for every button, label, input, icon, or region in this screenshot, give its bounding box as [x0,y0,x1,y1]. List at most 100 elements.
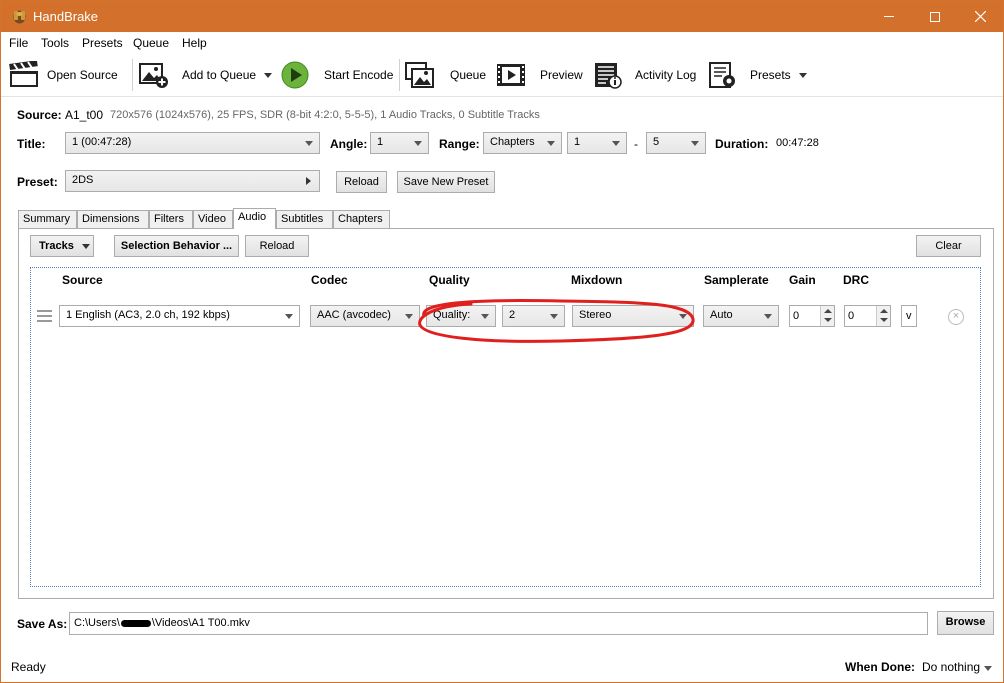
drag-handle-icon[interactable] [37,310,52,322]
menu-file[interactable]: File [9,36,28,50]
start-encode-label: Start Encode [324,68,394,82]
source-label: Source: [17,108,62,122]
chevron-down-icon[interactable] [798,72,807,78]
remove-track-icon[interactable]: × [948,309,964,325]
minimize-icon [884,16,894,17]
track-gain-stepper[interactable]: 0 [789,305,835,327]
angle-label: Angle: [330,137,368,151]
menu-tools[interactable]: Tools [41,36,69,50]
track-drc-stepper[interactable]: 0 [844,305,891,327]
menu-queue[interactable]: Queue [133,36,169,50]
save-as-label: Save As: [17,617,68,631]
tab-summary[interactable]: Summary [18,210,77,228]
handbrake-logo-icon [13,10,26,24]
redacted-username [120,619,151,627]
chevron-down-icon [81,244,90,249]
add-to-queue-label: Add to Queue [182,68,257,82]
minimize-button[interactable] [866,1,912,32]
tab-subtitles[interactable]: Subtitles [276,210,333,228]
toolbar: Open Source Add to Queue Start Encode Qu… [1,55,1003,97]
angle-select[interactable]: 1 [370,132,429,154]
menu-bar: File Tools Presets Queue Help [1,32,1003,54]
activity-log-button[interactable]: Activity Log [593,55,696,95]
track-more-toggle[interactable]: v [901,305,917,327]
queue-label: Queue [450,68,487,82]
presets-settings-icon [709,62,735,88]
track-codec-select[interactable]: AAC (avcodec) [310,305,420,327]
toolbar-divider [399,59,400,91]
source-info: 720x576 (1024x576), 25 FPS, SDR (8-bit 4… [110,109,540,121]
tab-video[interactable]: Video [193,210,233,228]
save-new-preset-button[interactable]: Save New Preset [397,171,495,193]
preset-reload-button[interactable]: Reload [336,171,387,193]
range-label: Range: [439,137,480,151]
film-preview-icon [497,64,525,86]
menu-help[interactable]: Help [182,36,207,50]
maximize-icon [930,11,940,22]
track-quality-mode-select[interactable]: Quality: [426,305,496,327]
tab-filters[interactable]: Filters [149,210,193,228]
track-quality-value-select[interactable]: 2 [502,305,565,327]
track-samplerate-select[interactable]: Auto [703,305,779,327]
presets-label: Presets [750,68,791,82]
browse-button[interactable]: Browse [937,611,994,635]
window-title: HandBrake [33,9,99,24]
range-end-select[interactable]: 5 [646,132,706,154]
handbrake-window: HandBrake File Tools Presets Queue Help … [0,0,1004,683]
save-path-prefix: C:\Users\ [74,617,120,629]
track-source-select[interactable]: 1 English (AC3, 2.0 ch, 192 kbps) [59,305,300,327]
range-start-select[interactable]: 1 [567,132,627,154]
title-select[interactable]: 1 (00:47:28) [65,132,320,154]
duration-label: Duration: [715,137,769,151]
start-encode-button[interactable]: Start Encode [280,55,393,95]
tracks-button[interactable]: Tracks [30,235,94,257]
source-name: A1_t00 [65,108,104,122]
column-header-source: Source [62,273,103,287]
play-icon [281,61,309,89]
status-bar: Ready When Done: Do nothing [1,651,1003,682]
queue-button[interactable]: Queue [405,55,486,95]
status-text: Ready [11,660,46,674]
when-done-select[interactable]: Do nothing [922,660,993,674]
chevron-down-icon[interactable] [264,72,273,78]
save-path-suffix: \Videos\A1 T00.mkv [151,617,250,629]
presets-button[interactable]: Presets [708,55,807,95]
column-header-quality: Quality [429,273,470,287]
chevron-down-icon [984,666,993,671]
save-as-path-input[interactable]: C:\Users\ \Videos\A1 T00.mkv [69,612,928,635]
preview-button[interactable]: Preview [496,55,583,95]
spin-arrows-icon[interactable] [876,306,890,326]
title-bar: HandBrake [1,1,1003,32]
clear-button[interactable]: Clear [916,235,981,257]
audio-reload-button[interactable]: Reload [245,235,309,257]
column-header-samplerate: Samplerate [704,273,769,287]
open-source-label: Open Source [47,68,118,82]
open-source-button[interactable]: Open Source [9,55,118,95]
duration-value: 00:47:28 [776,137,819,149]
toolbar-divider [132,59,133,91]
track-mixdown-select[interactable]: Stereo [572,305,694,327]
preset-label: Preset: [17,175,58,189]
range-separator: - [634,137,638,151]
tab-chapters[interactable]: Chapters [333,210,390,228]
maximize-button[interactable] [912,1,958,32]
column-header-gain: Gain [789,273,816,287]
menu-presets[interactable]: Presets [82,36,123,50]
activity-log-icon [595,63,622,89]
add-to-queue-button[interactable]: Add to Queue [139,55,273,95]
selection-behavior-button[interactable]: Selection Behavior ... [114,235,239,257]
drc-value: 0 [848,310,855,322]
preset-select[interactable]: 2DS [65,170,320,192]
add-image-icon [139,63,168,88]
close-icon [974,11,986,22]
title-label: Title: [17,137,46,151]
range-type-select[interactable]: Chapters [483,132,562,154]
column-header-codec: Codec [311,273,348,287]
column-header-mixdown: Mixdown [571,273,623,287]
close-button[interactable] [957,1,1003,32]
spin-arrows-icon[interactable] [820,306,834,326]
clapperboard-icon [9,61,38,87]
tab-dimensions[interactable]: Dimensions [77,210,149,228]
when-done-value: Do nothing [922,660,981,674]
tab-audio[interactable]: Audio [233,208,276,229]
